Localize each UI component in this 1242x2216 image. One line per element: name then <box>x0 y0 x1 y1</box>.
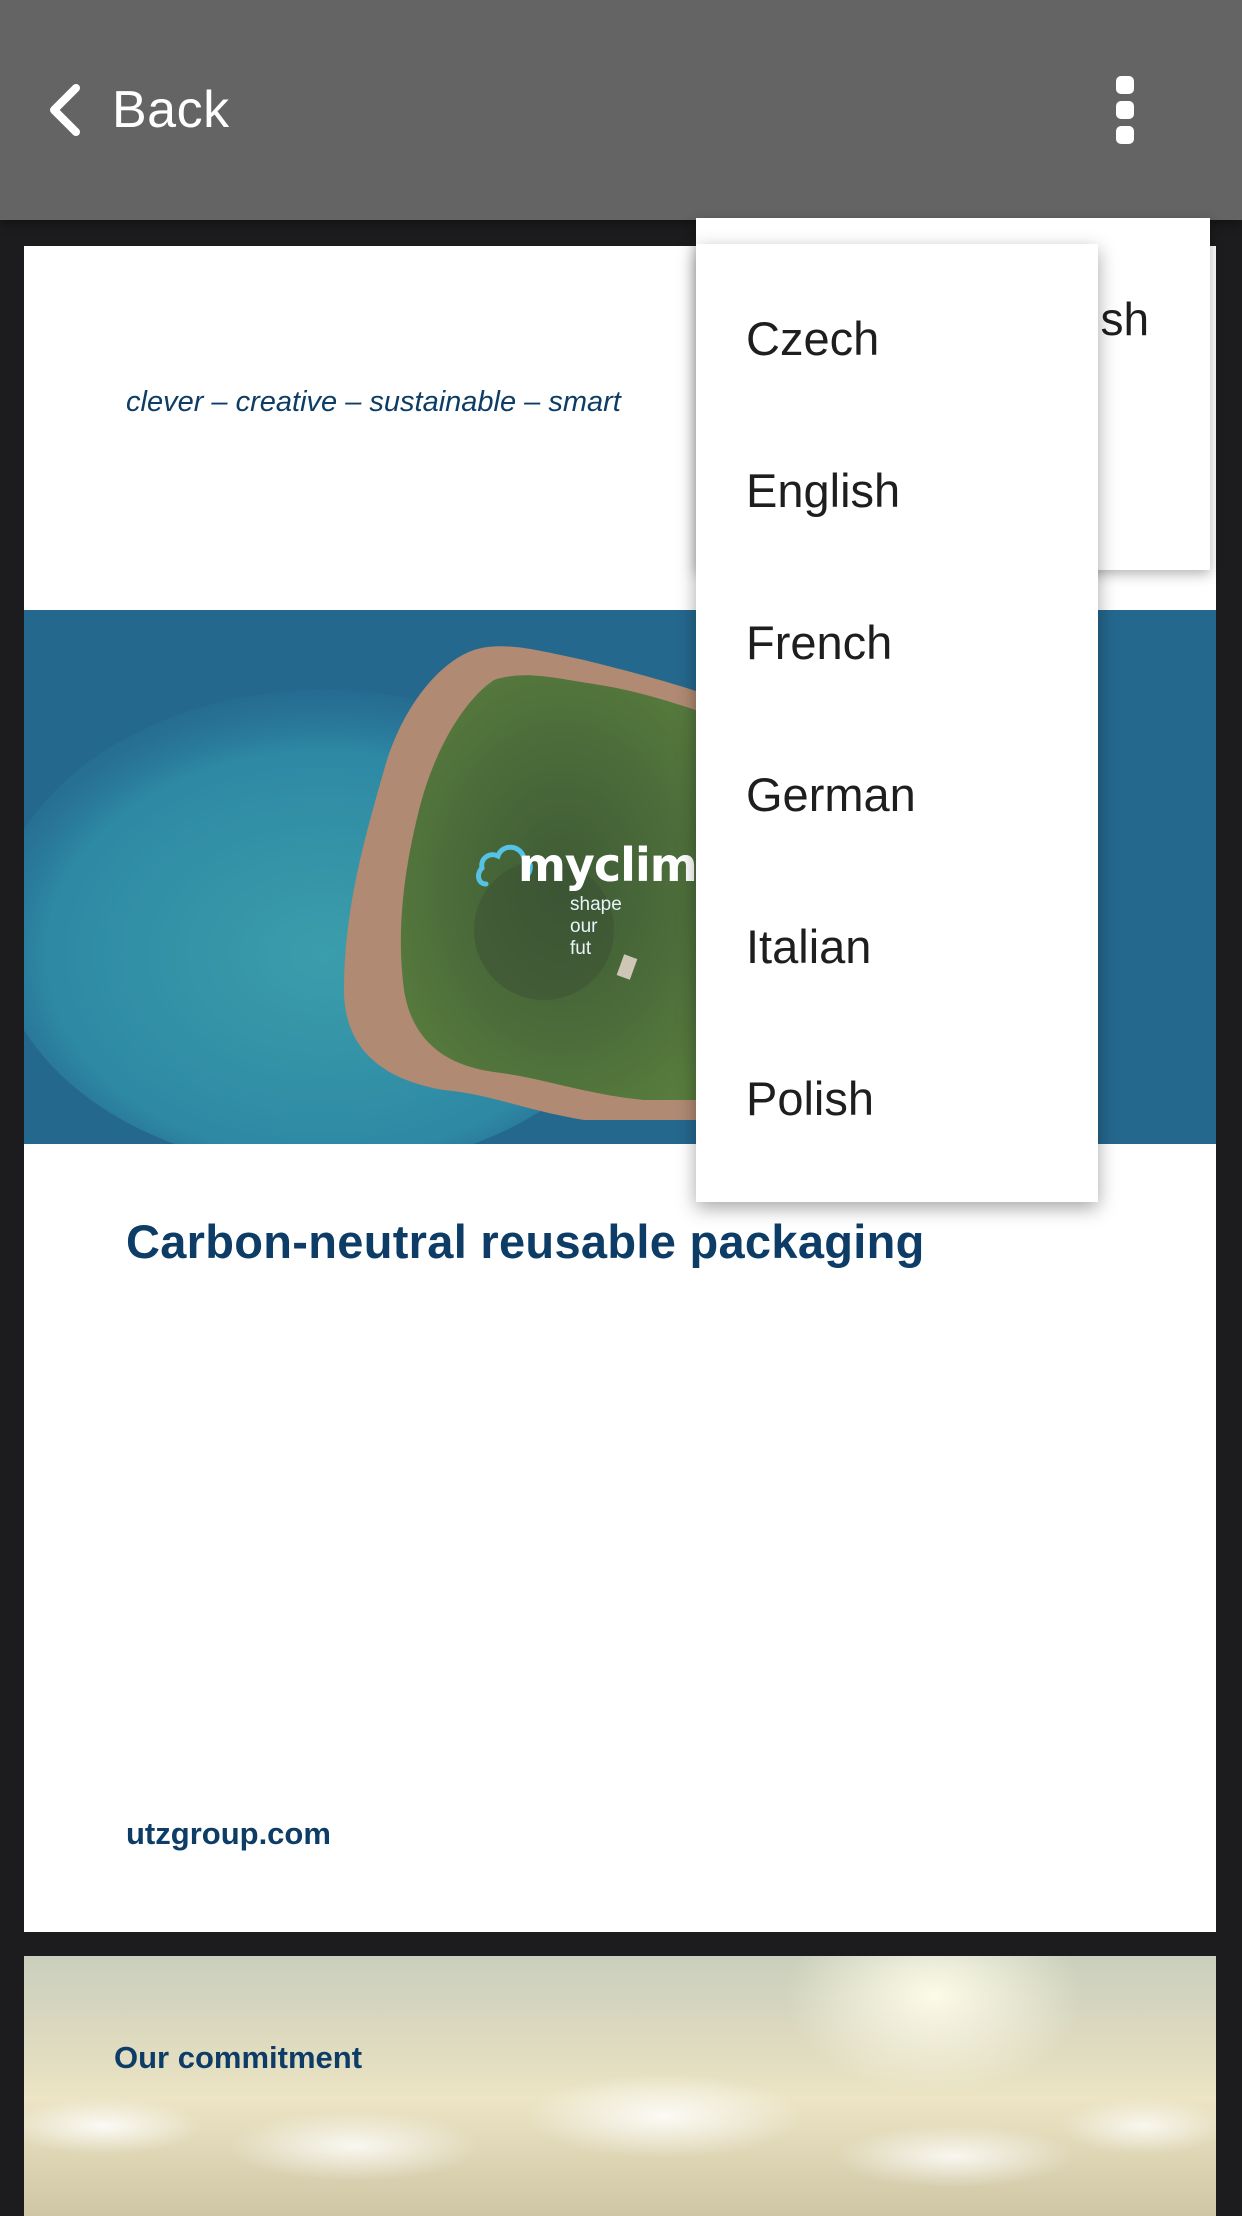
more-vertical-icon <box>1116 76 1134 94</box>
menu-item-english[interactable]: English <box>696 414 1098 566</box>
menu-item-french[interactable]: French <box>696 566 1098 718</box>
language-dropdown-menu: Czech English French German Italian Poli… <box>696 244 1098 1202</box>
menu-item-czech[interactable]: Czech <box>696 262 1098 414</box>
top-bar: Back <box>0 0 1242 220</box>
document-page-2[interactable]: Our commitment <box>24 1956 1216 2216</box>
more-options-button[interactable] <box>1106 72 1146 148</box>
logo-slogan: shape our fut <box>570 894 622 959</box>
tagline: clever – creative – sustainable – smart <box>126 386 621 418</box>
menu-item-polish[interactable]: Polish <box>696 1022 1098 1174</box>
section-heading: Our commitment <box>114 2040 363 2075</box>
menu-item-italian[interactable]: Italian <box>696 870 1098 1022</box>
more-vertical-icon-dot <box>1116 126 1134 144</box>
more-vertical-icon-dot <box>1116 101 1134 119</box>
back-button[interactable]: Back <box>44 70 230 150</box>
chevron-left-icon <box>50 84 80 136</box>
website-link[interactable]: utzgroup.com <box>126 1816 331 1852</box>
menu-item-german[interactable]: German <box>696 718 1098 870</box>
page-headline: Carbon-neutral reusable packaging <box>126 1215 925 1268</box>
back-label: Back <box>112 81 230 139</box>
cloud-sea-image <box>24 2066 1216 2216</box>
